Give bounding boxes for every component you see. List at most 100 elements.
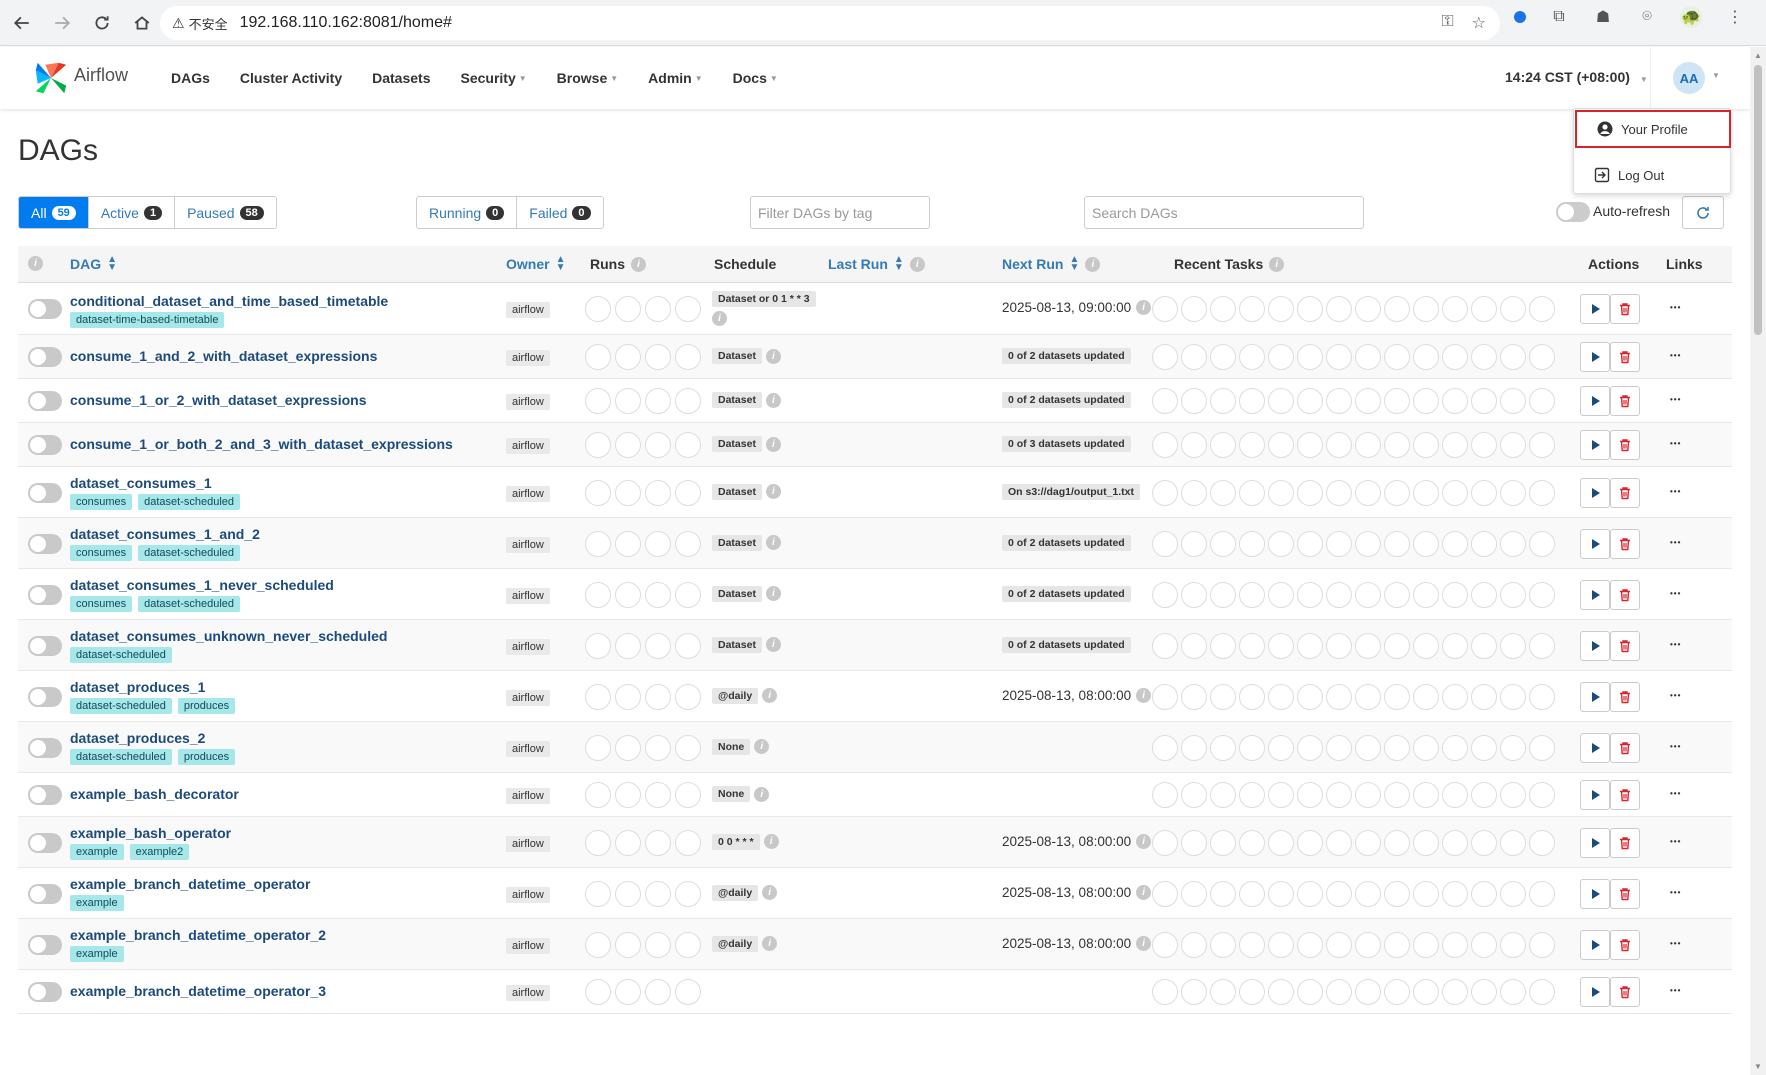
task-state-circle[interactable] bbox=[1326, 979, 1352, 1005]
logout-link[interactable]: Log Out bbox=[1574, 155, 1732, 195]
browser-profile-icon[interactable]: 🐢 bbox=[1680, 6, 1702, 28]
task-state-circle[interactable] bbox=[1326, 782, 1352, 808]
sort-owner-header[interactable]: Owner ▲ ▼ bbox=[506, 255, 565, 273]
task-state-circle[interactable] bbox=[1442, 632, 1468, 659]
dag-tag[interactable]: dataset-scheduled bbox=[70, 647, 172, 663]
task-state-circle[interactable] bbox=[1152, 344, 1178, 370]
task-state-circle[interactable] bbox=[1152, 530, 1178, 557]
task-state-circle[interactable] bbox=[1384, 432, 1410, 458]
pause-toggle[interactable] bbox=[28, 299, 62, 319]
task-state-circle[interactable] bbox=[1442, 530, 1468, 557]
task-state-circle[interactable] bbox=[1239, 530, 1265, 557]
delete-dag-button[interactable] bbox=[1610, 732, 1640, 763]
trigger-dag-button[interactable] bbox=[1580, 579, 1610, 610]
task-state-circle[interactable] bbox=[1210, 683, 1236, 710]
task-state-circle[interactable] bbox=[1326, 683, 1352, 710]
task-state-circle[interactable] bbox=[1268, 734, 1294, 761]
task-state-circle[interactable] bbox=[1500, 979, 1526, 1005]
task-state-circle[interactable] bbox=[1471, 479, 1497, 506]
schedule-badge[interactable]: Dataset bbox=[712, 436, 762, 452]
owner-badge[interactable]: airflow bbox=[506, 394, 550, 410]
task-state-circle[interactable] bbox=[1210, 880, 1236, 907]
filter-failed-button[interactable]: Failed 0 bbox=[517, 197, 603, 228]
task-state-circle[interactable] bbox=[1471, 880, 1497, 907]
task-state-circle[interactable] bbox=[1471, 432, 1497, 458]
task-state-circle[interactable] bbox=[1471, 931, 1497, 958]
run-state-circle[interactable] bbox=[675, 581, 701, 608]
task-state-circle[interactable] bbox=[1529, 581, 1555, 608]
pause-toggle[interactable] bbox=[28, 435, 62, 455]
task-state-circle[interactable] bbox=[1297, 296, 1323, 322]
browser-menu-icon[interactable]: ⋮ bbox=[1724, 6, 1746, 28]
task-state-circle[interactable] bbox=[1326, 530, 1352, 557]
task-state-circle[interactable] bbox=[1239, 581, 1265, 608]
task-state-circle[interactable] bbox=[1210, 782, 1236, 808]
info-icon[interactable]: i bbox=[765, 484, 781, 499]
task-state-circle[interactable] bbox=[1355, 979, 1381, 1005]
task-state-circle[interactable] bbox=[1471, 734, 1497, 761]
owner-badge[interactable]: airflow bbox=[506, 886, 550, 903]
task-state-circle[interactable] bbox=[1268, 782, 1294, 808]
task-state-circle[interactable] bbox=[1529, 880, 1555, 907]
task-state-circle[interactable] bbox=[1152, 388, 1178, 414]
task-state-circle[interactable] bbox=[1152, 432, 1178, 458]
task-state-circle[interactable] bbox=[1442, 931, 1468, 958]
task-state-circle[interactable] bbox=[1500, 581, 1526, 608]
task-state-circle[interactable] bbox=[1355, 734, 1381, 761]
task-state-circle[interactable] bbox=[1442, 979, 1468, 1005]
task-state-circle[interactable] bbox=[1355, 530, 1381, 557]
info-icon[interactable]: i bbox=[712, 311, 727, 326]
task-state-circle[interactable] bbox=[1297, 829, 1323, 856]
dag-tag[interactable]: consumes bbox=[70, 596, 133, 612]
schedule-badge[interactable]: 0 0 * * * bbox=[712, 833, 760, 850]
run-state-circle[interactable] bbox=[615, 931, 641, 958]
task-state-circle[interactable] bbox=[1326, 344, 1352, 370]
task-state-circle[interactable] bbox=[1500, 734, 1526, 761]
owner-badge[interactable]: airflow bbox=[506, 350, 550, 366]
task-state-circle[interactable] bbox=[1210, 632, 1236, 659]
task-state-circle[interactable] bbox=[1181, 979, 1207, 1005]
task-state-circle[interactable] bbox=[1326, 296, 1352, 322]
scroll-up-icon[interactable]: ▲ bbox=[1754, 51, 1762, 60]
nav-cluster-activity[interactable]: Cluster Activity bbox=[225, 70, 357, 86]
more-links-icon[interactable]: ••• bbox=[1670, 837, 1681, 846]
trigger-dag-button[interactable] bbox=[1580, 430, 1610, 460]
owner-badge[interactable]: airflow bbox=[506, 638, 550, 655]
task-state-circle[interactable] bbox=[1268, 344, 1294, 370]
task-state-circle[interactable] bbox=[1181, 782, 1207, 808]
task-state-circle[interactable] bbox=[1413, 344, 1439, 370]
schedule-badge[interactable]: @daily bbox=[712, 935, 759, 952]
task-state-circle[interactable] bbox=[1355, 388, 1381, 414]
run-state-circle[interactable] bbox=[615, 388, 641, 414]
task-state-circle[interactable] bbox=[1268, 632, 1294, 659]
run-state-circle[interactable] bbox=[675, 979, 701, 1005]
run-state-circle[interactable] bbox=[645, 782, 671, 808]
task-state-circle[interactable] bbox=[1181, 530, 1207, 557]
task-state-circle[interactable] bbox=[1268, 296, 1294, 322]
more-links-icon[interactable]: ••• bbox=[1670, 303, 1681, 312]
run-state-circle[interactable] bbox=[585, 683, 611, 710]
dag-tag[interactable]: dataset-scheduled bbox=[138, 596, 241, 612]
task-state-circle[interactable] bbox=[1152, 931, 1178, 958]
info-icon[interactable]: i bbox=[1136, 687, 1152, 703]
trigger-dag-button[interactable] bbox=[1580, 681, 1610, 712]
run-state-circle[interactable] bbox=[615, 432, 641, 458]
dag-link[interactable]: dataset_produces_2 bbox=[70, 730, 205, 746]
task-state-circle[interactable] bbox=[1384, 979, 1410, 1005]
task-state-circle[interactable] bbox=[1326, 432, 1352, 458]
scrollbar-thumb[interactable] bbox=[1754, 65, 1762, 335]
task-state-circle[interactable] bbox=[1268, 479, 1294, 506]
task-state-circle[interactable] bbox=[1297, 979, 1323, 1005]
run-state-circle[interactable] bbox=[675, 734, 701, 761]
delete-dag-button[interactable] bbox=[1610, 342, 1640, 372]
run-state-circle[interactable] bbox=[645, 683, 671, 710]
page-scrollbar[interactable]: ▲ ▼ bbox=[1750, 47, 1766, 1075]
task-state-circle[interactable] bbox=[1239, 782, 1265, 808]
trigger-dag-button[interactable] bbox=[1580, 929, 1610, 960]
task-state-circle[interactable] bbox=[1384, 734, 1410, 761]
run-state-circle[interactable] bbox=[615, 979, 641, 1005]
delete-dag-button[interactable] bbox=[1610, 579, 1640, 610]
search-dags-input[interactable]: Search DAGs bbox=[1084, 196, 1364, 229]
extensions-icon[interactable]: ⧉ bbox=[1548, 6, 1570, 28]
filter-running-button[interactable]: Running 0 bbox=[417, 197, 518, 228]
